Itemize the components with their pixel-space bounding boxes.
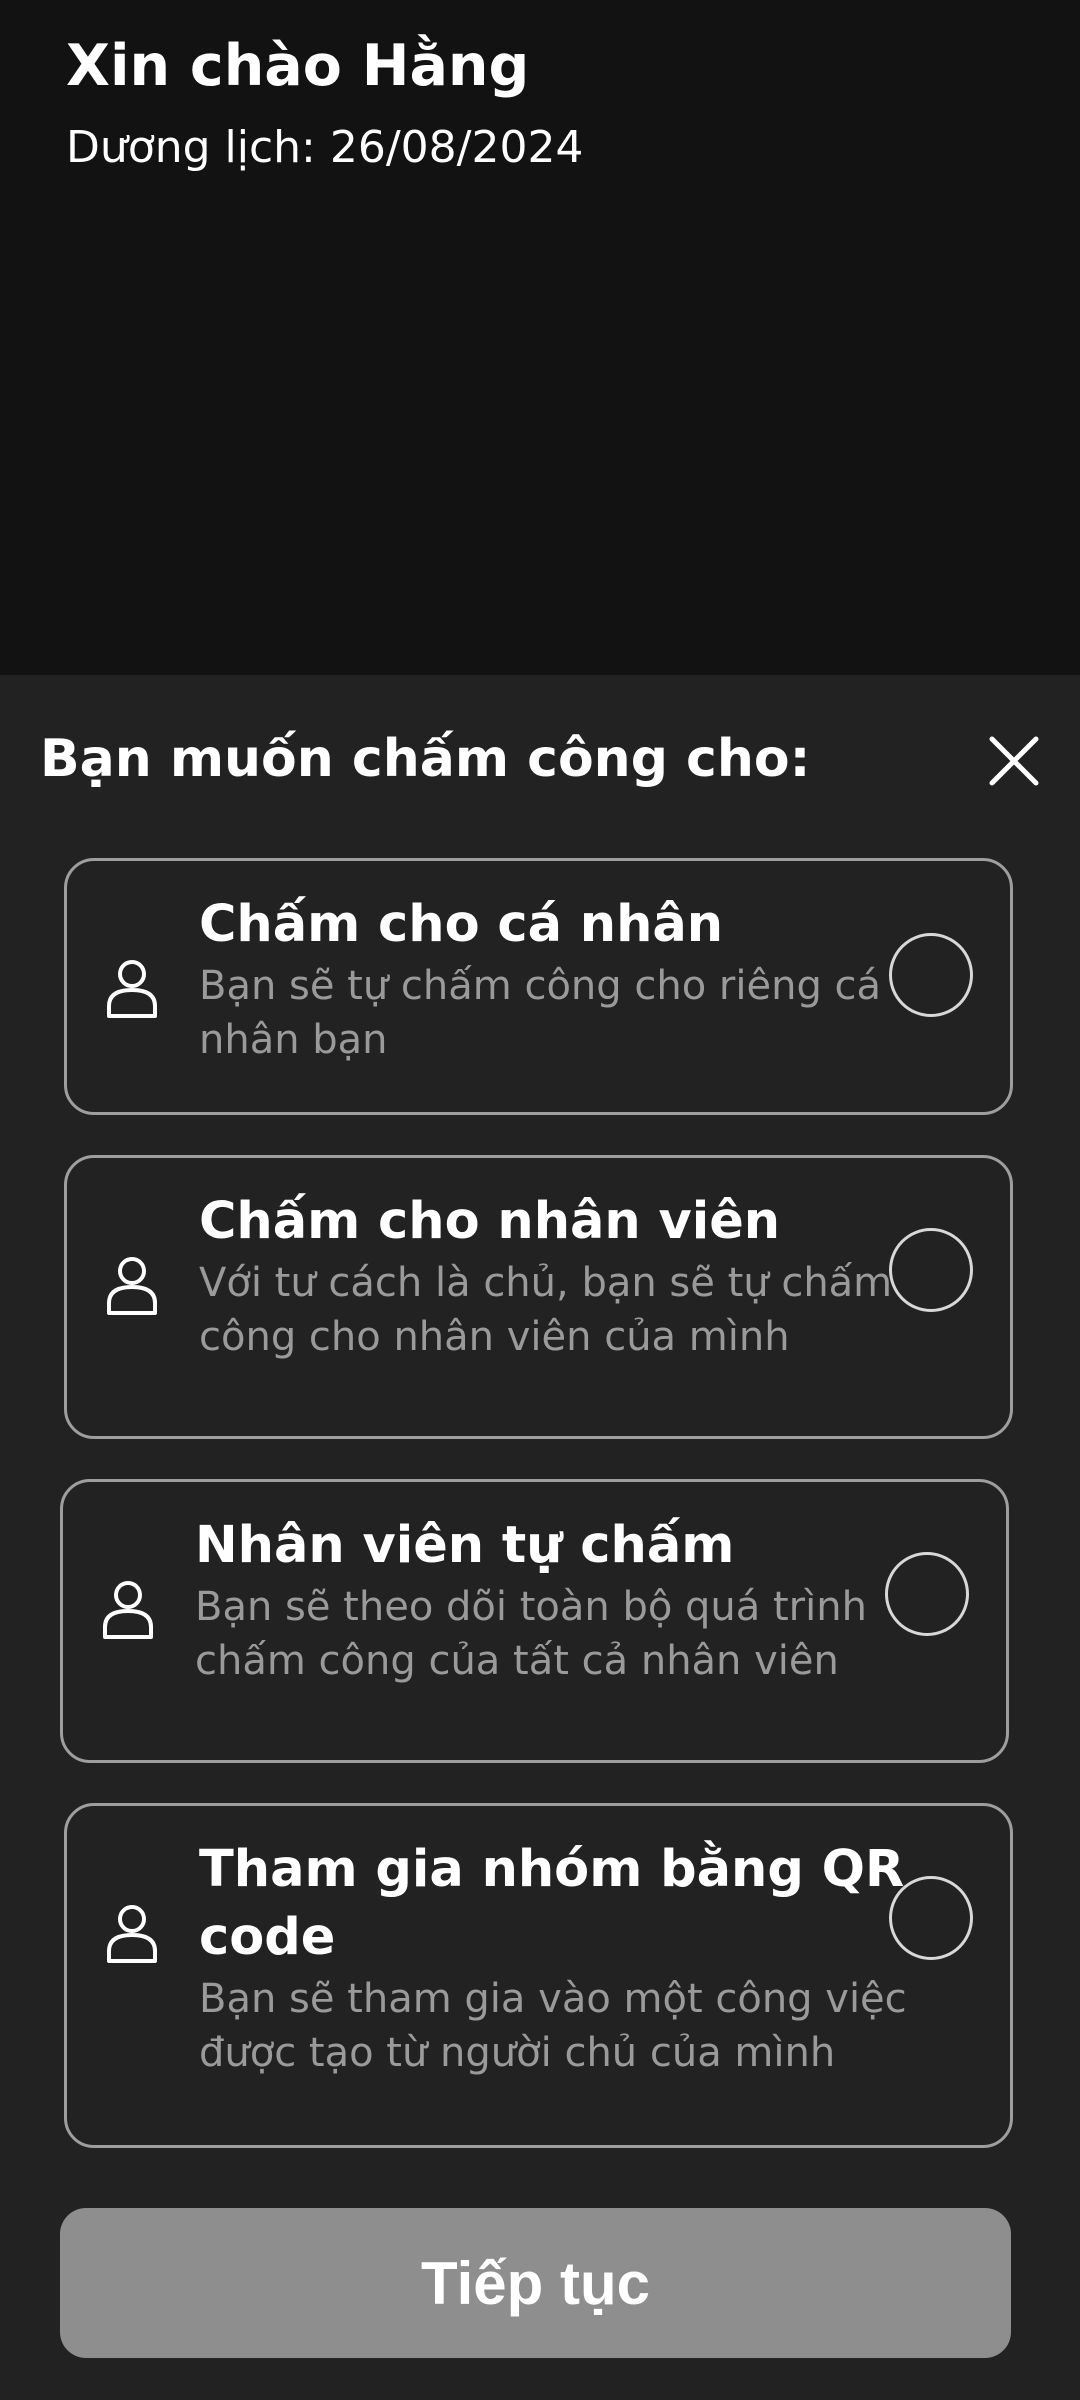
option-self-checkin[interactable]: Nhân viên tự chấm Bạn sẽ theo dõi toàn b… bbox=[60, 1479, 1009, 1763]
user-icon bbox=[107, 960, 157, 1018]
radio-button[interactable] bbox=[889, 933, 973, 1017]
option-personal[interactable]: Chấm cho cá nhân Bạn sẽ tự chấm công cho… bbox=[64, 858, 1013, 1115]
option-description: Với tư cách là chủ, bạn sẽ tự chấm công … bbox=[199, 1260, 893, 1360]
option-description: Bạn sẽ tham gia vào một công việc được t… bbox=[199, 1976, 907, 2076]
option-title: Nhân viên tự chấm bbox=[195, 1516, 735, 1575]
radio-button[interactable] bbox=[889, 1876, 973, 1960]
option-title: Chấm cho cá nhân bbox=[199, 895, 724, 954]
option-text: Nhân viên tự chấm Bạn sẽ theo dõi toàn b… bbox=[195, 1512, 915, 1688]
option-employees[interactable]: Chấm cho nhân viên Với tư cách là chủ, b… bbox=[64, 1155, 1013, 1439]
option-text: Chấm cho cá nhân Bạn sẽ tự chấm công cho… bbox=[199, 891, 919, 1067]
option-join-qr[interactable]: Tham gia nhóm bằng QR code Bạn sẽ tham g… bbox=[64, 1803, 1013, 2148]
greeting-title: Xin chào Hằng bbox=[66, 33, 530, 99]
continue-button[interactable]: Tiếp tục bbox=[60, 2208, 1011, 2358]
user-icon bbox=[107, 1257, 157, 1315]
sheet-title: Bạn muốn chấm công cho: bbox=[40, 729, 811, 789]
option-text: Chấm cho nhân viên Với tư cách là chủ, b… bbox=[199, 1188, 919, 1364]
option-title: Tham gia nhóm bằng QR code bbox=[199, 1840, 905, 1967]
close-button[interactable] bbox=[966, 713, 1062, 809]
option-title: Chấm cho nhân viên bbox=[199, 1192, 781, 1251]
radio-button[interactable] bbox=[885, 1552, 969, 1636]
user-icon bbox=[103, 1581, 153, 1639]
bottom-sheet: Bạn muốn chấm công cho: Chấm cho cá nhân… bbox=[0, 675, 1080, 2400]
user-icon bbox=[107, 1905, 157, 1963]
solar-date-label: Dương lịch: 26/08/2024 bbox=[66, 122, 584, 173]
option-description: Bạn sẽ theo dõi toàn bộ quá trình chấm c… bbox=[195, 1584, 867, 1684]
screen: Xin chào Hằng Dương lịch: 26/08/2024 Bạn… bbox=[0, 0, 1080, 2400]
option-description: Bạn sẽ tự chấm công cho riêng cá nhân bạ… bbox=[199, 963, 882, 1063]
radio-button[interactable] bbox=[889, 1228, 973, 1312]
close-icon bbox=[989, 736, 1039, 786]
option-text: Tham gia nhóm bằng QR code Bạn sẽ tham g… bbox=[199, 1836, 919, 2080]
